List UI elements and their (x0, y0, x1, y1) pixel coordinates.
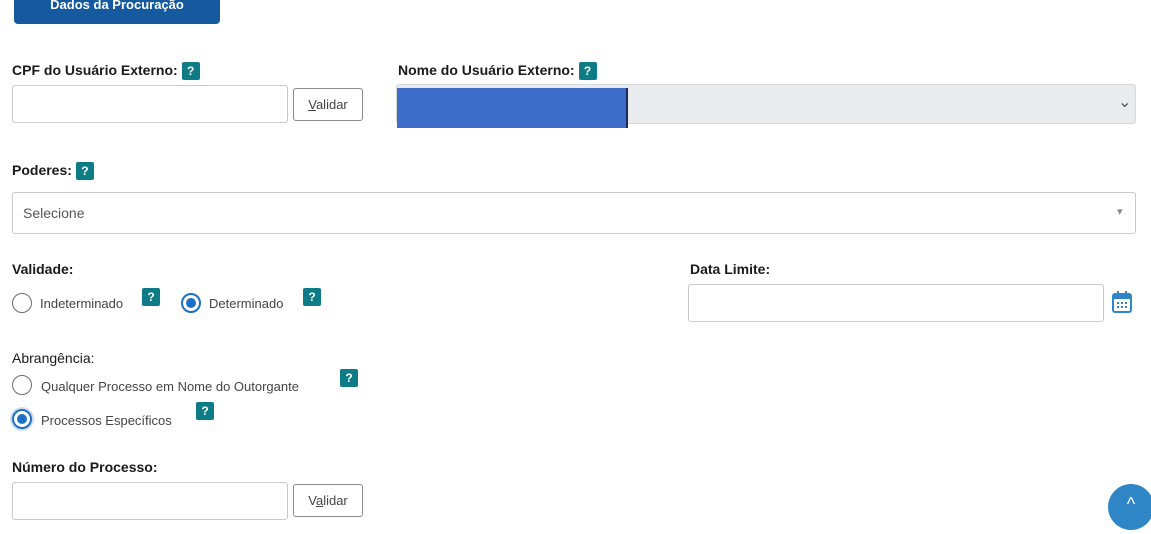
scroll-to-top-button[interactable]: ^ (1108, 484, 1151, 530)
poderes-selected: Selecione (23, 205, 85, 221)
cpf-validate-label-rest: alidar (315, 97, 348, 112)
abrangencia-qualquer-help-icon[interactable]: ? (340, 369, 358, 387)
chevron-up-icon: ^ (1126, 494, 1136, 514)
section-title: Dados da Procuração (50, 0, 184, 12)
cpf-label-row: CPF do Usuário Externo:? (12, 62, 200, 80)
abrangencia-especificos-radio[interactable] (12, 409, 32, 429)
numero-validate-label-start: V (308, 493, 316, 508)
validade-indeterminado-label[interactable]: Indeterminado (40, 296, 123, 311)
cpf-validate-accesskey: V (308, 97, 316, 112)
section-title-tab: Dados da Procuração (14, 0, 220, 24)
nome-redaction-block (397, 88, 628, 128)
validade-determinado-radio[interactable] (181, 293, 201, 313)
indeterminado-help-icon[interactable]: ? (142, 288, 160, 306)
validade-determinado-label[interactable]: Determinado (209, 296, 283, 311)
validade-indeterminado-radio[interactable] (12, 293, 32, 313)
calendar-icon[interactable] (1112, 291, 1132, 313)
numero-processo-validate-button[interactable]: Validar (293, 484, 363, 517)
poderes-select[interactable]: Selecione (12, 192, 1136, 234)
numero-processo-label: Número do Processo: (12, 459, 158, 475)
numero-validate-label-rest: lidar (323, 493, 348, 508)
data-limite-input[interactable] (688, 284, 1104, 322)
chevron-down-icon[interactable]: ⌄ (1118, 92, 1131, 112)
data-limite-label: Data Limite: (690, 261, 771, 277)
determinado-help-icon[interactable]: ? (303, 288, 321, 306)
abrangencia-label: Abrangência: (12, 350, 95, 366)
poderes-label: Poderes: (12, 162, 72, 178)
nome-help-icon[interactable]: ? (578, 62, 597, 80)
validade-label: Validade: (12, 261, 74, 277)
caret-down-icon[interactable]: ▾ (1117, 205, 1123, 218)
nome-label: Nome do Usuário Externo: (398, 62, 575, 78)
cpf-label: CPF do Usuário Externo: (12, 62, 178, 78)
poderes-label-row: Poderes:? (12, 162, 94, 180)
abrangencia-qualquer-radio[interactable] (12, 375, 32, 395)
abrangencia-especificos-label[interactable]: Processos Específicos (41, 413, 172, 428)
cpf-input[interactable] (12, 85, 288, 123)
nome-label-row: Nome do Usuário Externo:? (398, 62, 597, 80)
poderes-help-icon[interactable]: ? (75, 162, 94, 180)
cpf-help-icon[interactable]: ? (181, 62, 200, 80)
abrangencia-especificos-help-icon[interactable]: ? (196, 402, 214, 420)
abrangencia-qualquer-label[interactable]: Qualquer Processo em Nome do Outorgante (41, 379, 299, 394)
cpf-validate-button[interactable]: Validar (293, 88, 363, 121)
numero-processo-input[interactable] (12, 482, 288, 520)
